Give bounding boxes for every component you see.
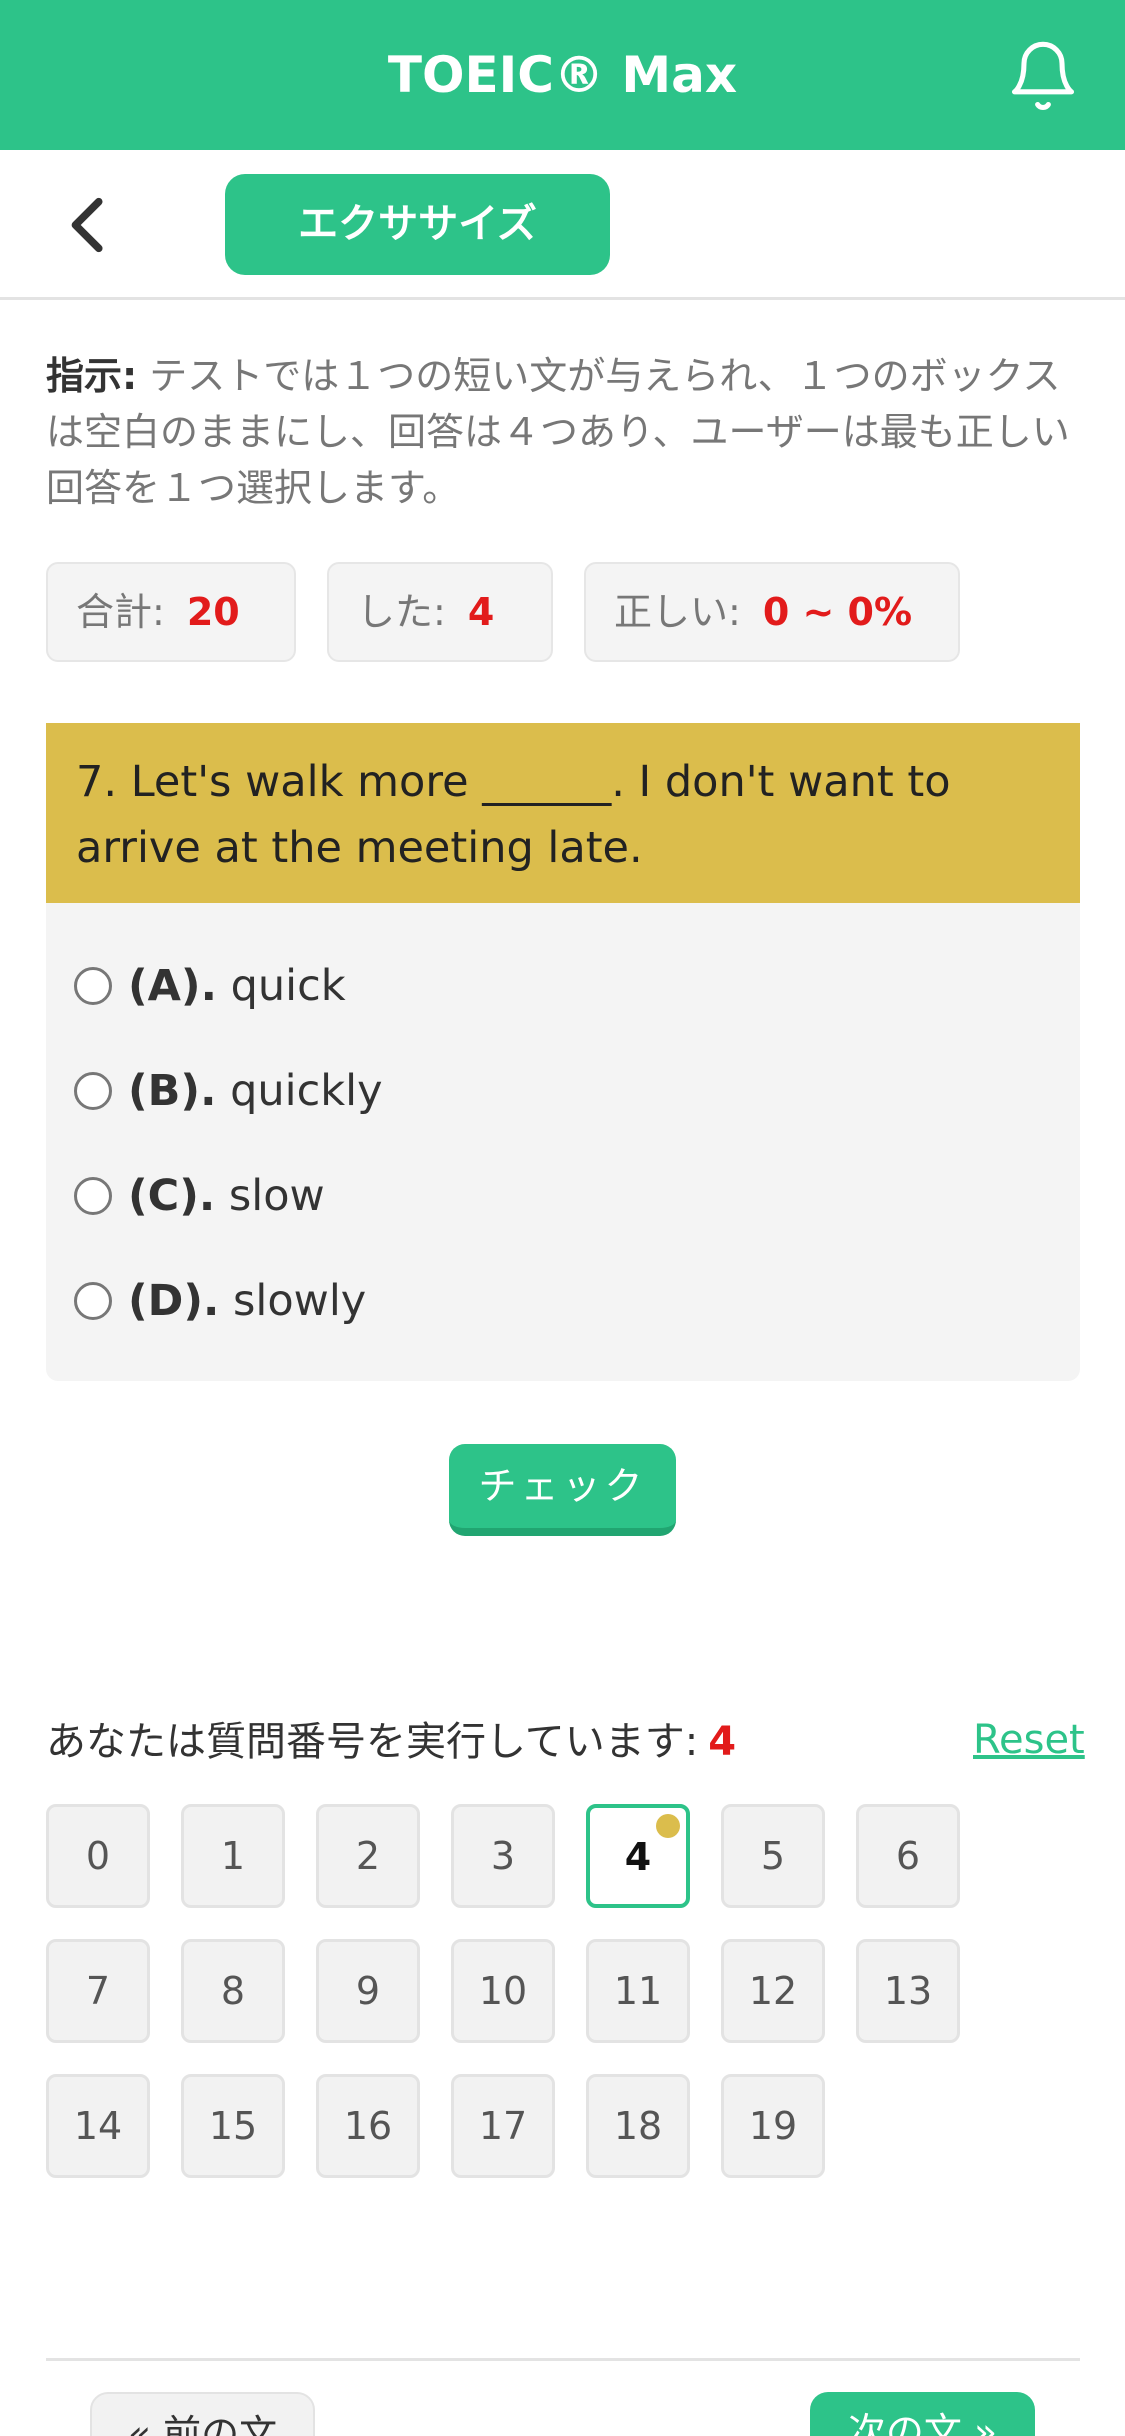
option-text: quickly: [230, 1066, 383, 1116]
radio-button[interactable]: [74, 1071, 112, 1110]
question-number[interactable]: 2: [316, 1804, 420, 1908]
option-text: quick: [230, 961, 346, 1011]
option-text: slow: [228, 1171, 325, 1221]
question-number-current[interactable]: 4: [586, 1804, 690, 1908]
stat-correct: 正しい: 0 ~ 0%: [584, 562, 960, 662]
option-text: slowly: [233, 1276, 367, 1326]
question-number-label: 4: [624, 1835, 652, 1879]
radio-button[interactable]: [74, 1176, 112, 1215]
radio-button[interactable]: [74, 1281, 112, 1320]
question-number[interactable]: 15: [181, 2074, 285, 2178]
sub-toolbar: エクササイズ: [0, 150, 1125, 300]
app-header: TOEIC® Max: [0, 0, 1125, 150]
question-text: 7. Let's walk more ______. I don't want …: [46, 723, 1080, 903]
instructions: 指示: テストでは１つの短い文が与えられ、１つのボックスは空白のままにし、回答は…: [46, 348, 1081, 516]
previous-sentence-button[interactable]: « 前の文: [90, 2392, 315, 2436]
option-d[interactable]: (D). slowly: [74, 1266, 366, 1336]
radio-button[interactable]: [74, 966, 112, 1005]
current-question-number: 4: [708, 1719, 737, 1765]
exercise-tab-button[interactable]: エクササイズ: [225, 174, 610, 275]
question-number[interactable]: 9: [316, 1939, 420, 2043]
instructions-label: 指示:: [46, 354, 138, 398]
progress-text: あなたは質問番号を実行しています:: [46, 1719, 699, 1765]
question-number[interactable]: 14: [46, 2074, 150, 2178]
stat-correct-value: 0 ~ 0%: [762, 590, 913, 634]
current-indicator-dot: [656, 1814, 680, 1838]
option-letter: (B).: [128, 1066, 217, 1116]
question-number[interactable]: 7: [46, 1939, 150, 2043]
chevron-left-icon[interactable]: [55, 190, 125, 260]
stat-correct-label: 正しい:: [614, 590, 741, 634]
question-number[interactable]: 5: [721, 1804, 825, 1908]
answer-options: (A). quick (B). quickly (C). slow (D). s…: [46, 903, 1080, 1381]
option-letter: (C).: [128, 1171, 216, 1221]
bell-icon[interactable]: [1005, 38, 1081, 114]
question-number[interactable]: 8: [181, 1939, 285, 2043]
question-number[interactable]: 6: [856, 1804, 960, 1908]
instructions-text: テストでは１つの短い文が与えられ、１つのボックスは空白のままにし、回答は４つあり…: [46, 354, 1070, 510]
stat-done: した: 4: [327, 562, 553, 662]
question-number[interactable]: 17: [451, 2074, 555, 2178]
question-number[interactable]: 13: [856, 1939, 960, 2043]
question-number[interactable]: 1: [181, 1804, 285, 1908]
question-number[interactable]: 18: [586, 2074, 690, 2178]
option-b[interactable]: (B). quickly: [74, 1056, 383, 1126]
divider: [46, 2358, 1080, 2361]
question-number[interactable]: 16: [316, 2074, 420, 2178]
option-c[interactable]: (C). slow: [74, 1161, 325, 1231]
option-a[interactable]: (A). quick: [74, 951, 346, 1021]
app-title: TOEIC® Max: [387, 46, 738, 104]
reset-link[interactable]: Reset: [973, 1712, 1085, 1768]
question-number[interactable]: 19: [721, 2074, 825, 2178]
check-button[interactable]: チェック: [449, 1444, 676, 1536]
stat-total: 合計: 20: [46, 562, 296, 662]
question-number[interactable]: 12: [721, 1939, 825, 2043]
option-letter: (A).: [128, 961, 217, 1011]
question-number[interactable]: 11: [586, 1939, 690, 2043]
next-sentence-button[interactable]: 次の文 »: [810, 2392, 1035, 2436]
progress-label: あなたは質問番号を実行しています: 4: [46, 1712, 736, 1772]
question-number[interactable]: 0: [46, 1804, 150, 1908]
option-letter: (D).: [128, 1276, 220, 1326]
stat-total-value: 20: [186, 590, 240, 634]
stat-done-label: した:: [357, 590, 446, 634]
stat-done-value: 4: [467, 590, 495, 634]
question-number[interactable]: 10: [451, 1939, 555, 2043]
question-number[interactable]: 3: [451, 1804, 555, 1908]
stat-total-label: 合計:: [76, 590, 165, 634]
